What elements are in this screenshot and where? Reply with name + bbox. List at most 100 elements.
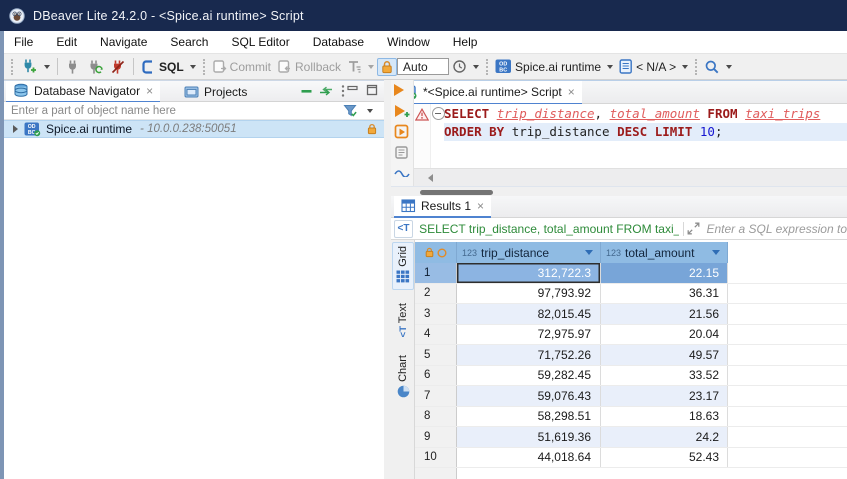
rollback-button[interactable]: Rollback xyxy=(275,57,343,76)
connection-tree-item[interactable]: ODBC Spice.ai runtime - 10.0.0.238:50051 xyxy=(4,120,384,138)
splitter-handle[interactable] xyxy=(420,190,493,195)
disconnect-button[interactable] xyxy=(108,57,128,77)
cell[interactable]: 20.04 xyxy=(601,325,728,345)
connect-button[interactable] xyxy=(63,57,83,77)
execute-new-tab-icon[interactable] xyxy=(394,104,412,122)
transaction-mode-caret[interactable] xyxy=(368,65,374,69)
tab-projects[interactable]: Projects xyxy=(177,81,254,103)
row-number[interactable]: 3 xyxy=(415,304,457,324)
cell[interactable]: 33.52 xyxy=(601,366,728,386)
toolbar-drag-handle[interactable] xyxy=(11,59,13,75)
commit-mode-combo[interactable]: Auto xyxy=(397,58,449,75)
sort-desc-icon[interactable] xyxy=(585,250,593,255)
tab-sql-script[interactable]: *<Spice.ai runtime> Script xyxy=(394,81,582,105)
results-filter-query[interactable]: SELECT trip_distance, total_amount FROM … xyxy=(419,222,679,236)
transaction-log-caret[interactable] xyxy=(473,65,479,69)
cell[interactable]: 51,619.36 xyxy=(457,427,601,447)
cell[interactable]: 18.63 xyxy=(601,407,728,427)
tab-text-view[interactable]: Text <T xyxy=(392,300,414,352)
menu-file[interactable]: File xyxy=(14,35,33,49)
cell[interactable]: 72,975.97 xyxy=(457,325,601,345)
new-connection-caret[interactable] xyxy=(44,65,50,69)
column-header-total-amount[interactable]: 123 total_amount xyxy=(601,242,728,263)
view-menu-icon[interactable] xyxy=(340,84,346,98)
cell[interactable]: 22.15 xyxy=(601,263,728,283)
execute-statement-icon[interactable] xyxy=(394,84,404,96)
menu-navigate[interactable]: Navigate xyxy=(100,35,147,49)
tab-chart-view[interactable]: Chart xyxy=(392,352,414,408)
sql-editor-button[interactable]: SQL xyxy=(139,57,186,77)
object-filter-field[interactable]: Enter a part of object name here xyxy=(4,102,384,120)
row-number[interactable]: 8 xyxy=(415,407,457,427)
cell[interactable]: 44,018.64 xyxy=(457,448,601,468)
table-row[interactable]: 3 82,015.45 21.56 xyxy=(415,304,847,325)
table-row[interactable]: 2 97,793.92 36.31 xyxy=(415,284,847,305)
filter-expression-placeholder[interactable]: Enter a SQL expression to xyxy=(706,222,847,236)
close-icon[interactable] xyxy=(477,200,484,212)
minimize-panel-icon[interactable] xyxy=(347,84,359,96)
row-number[interactable]: 1 xyxy=(415,263,457,283)
sql-text-filter-icon[interactable]: <T xyxy=(394,220,413,238)
menu-search[interactable]: Search xyxy=(170,35,208,49)
connection-lock-toggle[interactable] xyxy=(377,58,397,76)
table-row[interactable]: 8 58,298.51 18.63 xyxy=(415,407,847,428)
cell[interactable]: 97,793.92 xyxy=(457,284,601,304)
toolbar-drag-handle[interactable] xyxy=(203,59,205,75)
table-row[interactable]: 6 59,282.45 33.52 xyxy=(415,366,847,387)
tab-database-navigator[interactable]: Database Navigator xyxy=(6,81,160,103)
cell[interactable]: 21.56 xyxy=(601,304,728,324)
toolbar-drag-handle[interactable] xyxy=(695,59,697,75)
code-area[interactable]: SELECT trip_distance, total_amount FROM … xyxy=(444,104,847,168)
column-header-trip-distance[interactable]: 123 trip_distance xyxy=(457,242,601,263)
active-database-selector[interactable]: < N/A > xyxy=(617,57,678,76)
transaction-log-button[interactable] xyxy=(450,57,469,76)
editor-horizontal-scrollbar[interactable] xyxy=(414,168,847,186)
row-number[interactable]: 7 xyxy=(415,386,457,406)
tab-grid-view[interactable]: Grid xyxy=(392,242,414,290)
row-number[interactable]: 6 xyxy=(415,366,457,386)
table-row[interactable]: 7 59,076.43 23.17 xyxy=(415,386,847,407)
transaction-mode-button[interactable] xyxy=(345,57,364,76)
table-row[interactable]: 9 51,619.36 24.2 xyxy=(415,427,847,448)
cell[interactable]: 59,076.43 xyxy=(457,386,601,406)
commit-button[interactable]: Commit xyxy=(210,57,273,76)
cell[interactable]: 58,298.51 xyxy=(457,407,601,427)
cell[interactable]: 52.43 xyxy=(601,448,728,468)
row-number[interactable]: 9 xyxy=(415,427,457,447)
toolbar-drag-handle[interactable] xyxy=(486,59,488,75)
table-row[interactable]: 1 312,722.3 22.15 xyxy=(415,263,847,284)
expand-filter-icon[interactable] xyxy=(687,222,700,235)
panel-splitter-vertical[interactable] xyxy=(384,80,391,479)
more-actions-icon[interactable] xyxy=(394,166,410,180)
menu-database[interactable]: Database xyxy=(313,35,364,49)
menu-window[interactable]: Window xyxy=(387,35,430,49)
cell[interactable]: 312,722.3 xyxy=(457,263,601,283)
sort-icon[interactable] xyxy=(712,250,720,255)
expand-chevron-icon[interactable] xyxy=(13,125,18,133)
row-number[interactable]: 4 xyxy=(415,325,457,345)
cell[interactable]: 23.17 xyxy=(601,386,728,406)
row-number[interactable]: 5 xyxy=(415,345,457,365)
cell[interactable]: 71,752.26 xyxy=(457,345,601,365)
active-database-caret[interactable] xyxy=(682,65,688,69)
search-button[interactable] xyxy=(702,57,722,77)
cell[interactable]: 24.2 xyxy=(601,427,728,447)
cell[interactable]: 36.31 xyxy=(601,284,728,304)
grid-corner-header[interactable] xyxy=(415,242,457,263)
cell[interactable]: 59,282.45 xyxy=(457,366,601,386)
cell[interactable]: 82,015.45 xyxy=(457,304,601,324)
new-connection-button[interactable] xyxy=(18,56,40,77)
cell[interactable]: 49.57 xyxy=(601,345,728,365)
active-connection-selector[interactable]: ODBC Spice.ai runtime xyxy=(493,57,603,76)
table-row[interactable]: 10 44,018.64 52.43 xyxy=(415,448,847,469)
active-connection-caret[interactable] xyxy=(607,65,613,69)
sql-editor-caret[interactable] xyxy=(190,65,196,69)
sql-editor-body[interactable]: SELECT trip_distance, total_amount FROM … xyxy=(391,104,847,168)
results-splitter-horizontal[interactable] xyxy=(391,186,847,196)
row-number[interactable]: 10 xyxy=(415,448,457,468)
minimize-view-icon[interactable] xyxy=(301,84,312,98)
close-icon[interactable] xyxy=(568,86,575,98)
menu-sql-editor[interactable]: SQL Editor xyxy=(231,35,289,49)
row-number[interactable]: 2 xyxy=(415,284,457,304)
maximize-panel-icon[interactable] xyxy=(366,84,378,96)
